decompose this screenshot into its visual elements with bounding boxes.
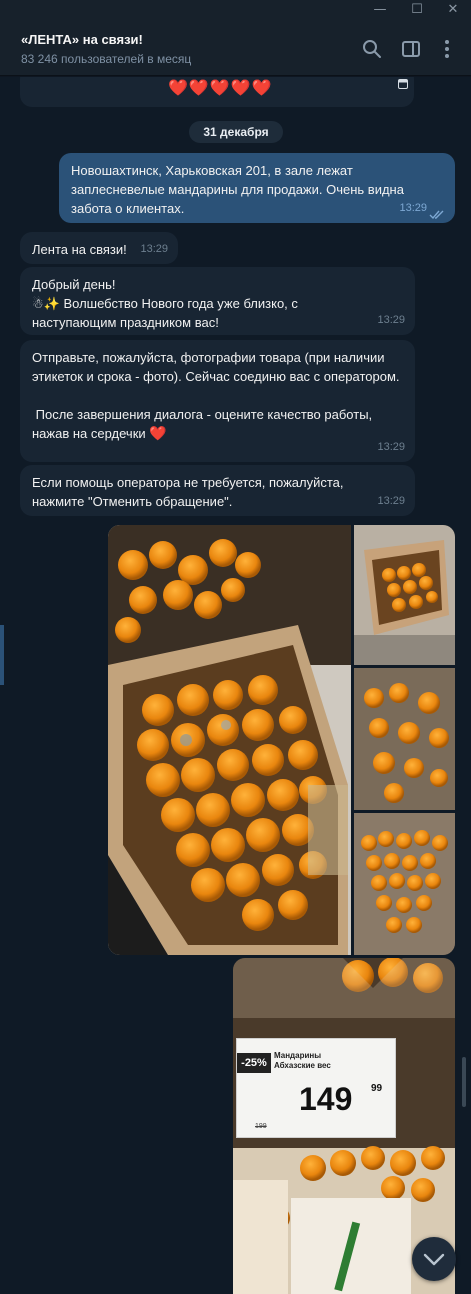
message-time: 13:29	[377, 314, 405, 326]
chat-header[interactable]: «ЛЕНТА» на связи! 83 246 пользователей в…	[0, 22, 471, 76]
selection-accent	[0, 625, 4, 685]
scroll-down-button[interactable]	[412, 1237, 456, 1281]
photo-mandarins-closeup[interactable]	[354, 668, 455, 810]
chat-scrollbar[interactable]	[462, 1057, 466, 1107]
message-paragraph: После завершения диалога - оцените качес…	[32, 407, 376, 441]
photo-mandarins-floor[interactable]	[354, 525, 455, 665]
photo-mandarins-crate[interactable]	[354, 813, 455, 955]
message-text: Если помощь оператора не требуется, пожа…	[32, 475, 344, 509]
message-paragraph: Отправьте, пожалуйста, фотографии товара…	[32, 350, 400, 384]
photo-mandarins-box-large[interactable]	[108, 525, 351, 955]
chat-subtitle: 83 246 пользователей в месяц	[21, 52, 192, 66]
date-separator: 31 декабря	[189, 121, 283, 143]
hearts-reaction: ❤️❤️❤️❤️❤️	[168, 80, 273, 97]
close-button[interactable]: ✕	[435, 0, 471, 22]
heart-emoji: ❤️	[149, 425, 168, 441]
maximize-button[interactable]: ☐	[399, 0, 435, 22]
message-time: 13:29	[377, 441, 405, 453]
message-bubble-incoming[interactable]: Если помощь оператора не требуется, пожа…	[20, 465, 415, 516]
read-checkmarks-icon	[429, 207, 447, 220]
chat-title[interactable]: «ЛЕНТА» на связи!	[21, 32, 143, 47]
discount-badge: -25%	[237, 1053, 271, 1073]
message-time: 13:29	[399, 202, 427, 214]
price-kopecks: 99	[371, 1083, 383, 1094]
message-text: Новошахтинск, Харьковская 201, в зале ле…	[71, 163, 404, 216]
message-bubble-incoming[interactable]: Отправьте, пожалуйста, фотографии товара…	[20, 340, 415, 462]
price-label: -25% Мандарины Абхазские вес 149 99 199	[236, 1038, 396, 1138]
old-price: 199	[255, 1123, 267, 1130]
bot-keyboard-icon[interactable]	[398, 77, 408, 89]
message-bubble-incoming[interactable]: Добрый день! ☃✨ Волшебство Нового года у…	[20, 267, 415, 335]
price-rubles: 149	[299, 1081, 353, 1117]
sidebar-toggle-icon[interactable]	[400, 38, 422, 60]
more-options-icon[interactable]	[436, 38, 458, 60]
message-bubble-outgoing[interactable]: Новошахтинск, Харьковская 201, в зале ле…	[59, 153, 455, 223]
message-time: 13:29	[140, 243, 168, 255]
message-bubble-incoming[interactable]: Лента на связи! 13:29	[20, 232, 178, 264]
message-line: ☃✨ Волшебство Нового года уже близко, с …	[32, 296, 298, 330]
product-name: Мандарины Абхазские вес	[274, 1051, 331, 1070]
message-line: Добрый день!	[32, 277, 116, 292]
search-icon[interactable]	[361, 38, 383, 60]
minimize-button[interactable]: —	[362, 0, 398, 22]
message-list[interactable]: ❤️❤️❤️❤️❤️ 31 декабря Новошахтинск, Харь…	[0, 77, 471, 1294]
window-titlebar: — ☐ ✕	[0, 0, 471, 22]
message-bubble-previous[interactable]: ❤️❤️❤️❤️❤️	[20, 77, 414, 107]
message-time: 13:29	[377, 495, 405, 507]
chevron-down-icon	[423, 1253, 445, 1266]
